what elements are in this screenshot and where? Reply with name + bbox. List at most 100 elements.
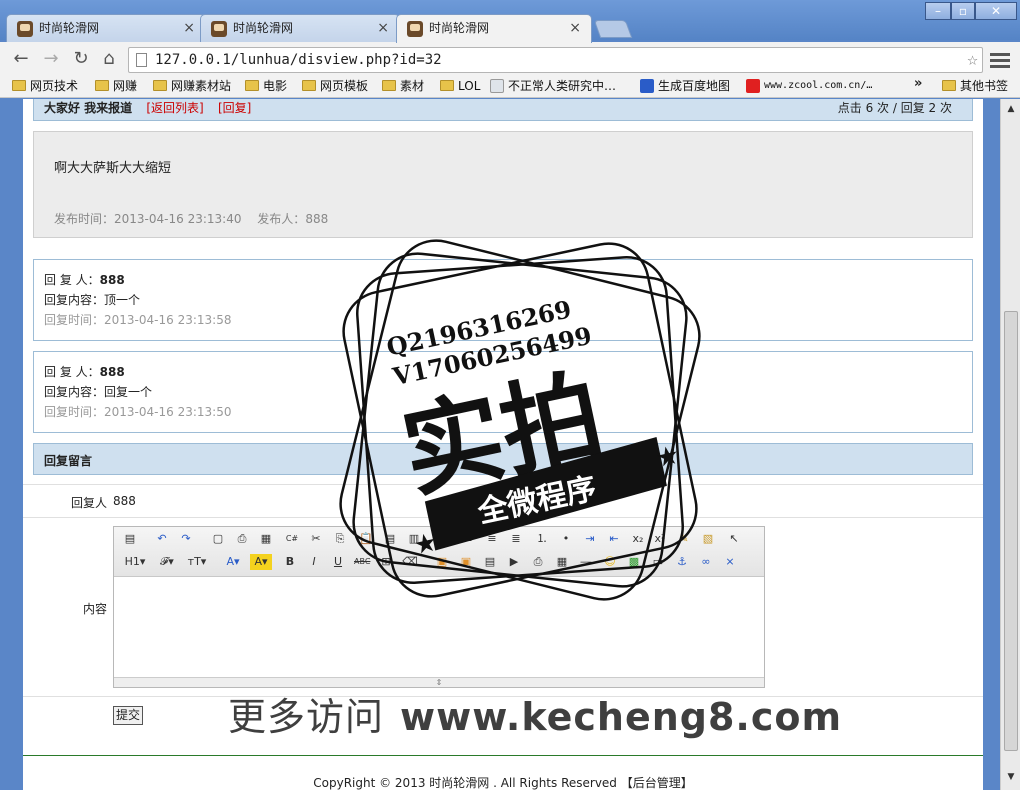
submit-button[interactable]: 提交 [113,706,144,725]
bookmark-folder[interactable]: 网赚素材站 [153,78,231,94]
redo-icon[interactable]: ↷ [178,531,194,547]
strikethrough-icon[interactable]: ABC [354,554,370,570]
clear-format-icon[interactable]: ✎ [676,531,692,547]
window-close-button[interactable]: ✕ [975,2,1017,20]
superscript-icon[interactable]: x² [652,531,668,547]
menu-icon[interactable] [990,50,1010,70]
address-bar[interactable]: 127.0.0.1/lunhua/disview.php?id=32 ☆ [128,47,983,73]
bookmark-star-icon[interactable]: ☆ [967,48,978,72]
minimize-button[interactable]: – [925,2,951,20]
scroll-down-arrow-icon[interactable]: ▼ [1003,769,1019,785]
bookmark-site[interactable]: 不正常人类研究中… [490,78,616,94]
bookmark-folder[interactable]: 素材 [382,78,424,94]
reply-form-heading: 回复留言 [33,443,973,475]
close-icon[interactable]: × [183,15,195,41]
home-icon[interactable]: ⌂ [98,48,120,70]
cut-icon[interactable]: ✂ [308,531,324,547]
eraser-icon[interactable]: ⌫ [402,554,418,570]
rich-text-editor[interactable]: ▤ ↶ ↷ ▢ ⎙ ▦ C# ✂ ⎘ 📋 ▤ ▥ ≡ ≡ ≡ ≣ ⒈ • ⇥ ⇤ [113,526,765,688]
maximize-button[interactable]: ▫ [951,2,975,20]
unordered-list-icon[interactable]: • [558,531,574,547]
bookmark-folder[interactable]: 网页模板 [302,78,368,94]
scroll-thumb[interactable] [1004,311,1018,751]
preview-icon[interactable]: ▢ [210,531,226,547]
new-tab-button[interactable] [593,20,633,38]
font-size-dropdown-icon[interactable]: тT▾ [186,554,208,570]
unlink-icon[interactable]: ⨯ [722,554,738,570]
close-icon[interactable]: × [569,15,581,41]
scroll-up-arrow-icon[interactable]: ▲ [1003,101,1019,117]
highlight-color-icon[interactable]: A▾ [250,554,272,570]
bookmark-folder[interactable]: 电影 [245,78,287,94]
bookmark-label: 电影 [263,79,288,93]
anchor-icon[interactable]: ⚓ [674,554,690,570]
italic-icon[interactable]: I [306,554,322,570]
flash-icon[interactable]: ▤ [482,554,498,570]
font-color-icon[interactable]: A▾ [222,554,244,570]
bookmark-folder[interactable]: LOL [440,78,480,94]
bookmark-site[interactable]: 生成百度地图 [640,78,730,94]
tab-1[interactable]: 时尚轮滑网 × [6,14,206,42]
indent-icon[interactable]: ⇥ [582,531,598,547]
bookmark-folder[interactable]: 其他书签 [942,78,1008,94]
align-right-icon[interactable]: ≡ [484,531,500,547]
heading-dropdown-icon[interactable]: H1▾ [122,554,148,570]
select-all-icon[interactable]: ▧ [700,531,716,547]
horizontal-rule-icon[interactable]: ― [578,554,594,570]
source-icon[interactable]: ▤ [122,531,138,547]
reply-time-line: 回复时间：2013-04-16 23:13:50 [44,402,962,422]
footer-copyright: CopyRight © 2013 时尚轮滑网 . All Rights Rese… [313,776,693,790]
bookmark-folder[interactable]: 网页技术 [12,78,78,94]
reply-who-line: 回 复 人：888 [44,362,962,382]
reply-link[interactable]: [回复] [218,101,251,115]
font-family-dropdown-icon[interactable]: 𝓕▾ [156,554,178,570]
paste-word-icon[interactable]: ▥ [406,531,422,547]
outdent-icon[interactable]: ⇤ [606,531,622,547]
close-icon[interactable]: × [377,15,389,41]
pagebreak-icon[interactable]: ▭ [650,554,666,570]
map-icon[interactable]: ▩ [626,554,642,570]
author: 888 [305,212,329,226]
multi-image-icon[interactable]: ▣ [458,554,474,570]
emoticon-icon[interactable]: ☺ [602,554,618,570]
reload-icon[interactable]: ↻ [70,48,92,70]
site-favicon-icon [211,21,227,37]
post-title: 大家好 我来报道 [44,101,133,115]
editor-content-area[interactable] [114,577,764,677]
insert-table-icon[interactable]: ▦ [554,554,570,570]
align-center-icon[interactable]: ≡ [460,531,476,547]
reply-who-line: 回 复 人：888 [44,270,962,290]
image-icon[interactable]: ▣ [434,554,450,570]
paste-text-icon[interactable]: ▤ [382,531,398,547]
tab-3-active[interactable]: 时尚轮滑网 × [396,14,592,43]
align-justify-icon[interactable]: ≣ [508,531,524,547]
bookmark-folder[interactable]: 网赚 [95,78,137,94]
reply-who: 888 [99,365,125,379]
bookmarks-overflow-icon[interactable]: » [914,76,922,91]
vertical-scrollbar[interactable]: ▲ ▼ [1000,99,1020,790]
media-icon[interactable]: ▶ [506,554,522,570]
undo-icon[interactable]: ↶ [154,531,170,547]
attachment-icon[interactable]: ⎙ [530,554,546,570]
align-left-icon[interactable]: ≡ [436,531,452,547]
bold-icon[interactable]: B [282,554,298,570]
reply-item: 回 复 人：888 回复内容：回复一个 回复时间：2013-04-16 23:1… [33,351,973,433]
back-arrow-icon[interactable]: ← [10,48,32,70]
table-icon[interactable]: ⊞ [378,554,394,570]
template-icon[interactable]: ▦ [258,531,274,547]
bookmark-label: 其他书签 [960,79,1009,93]
print-icon[interactable]: ⎙ [234,531,250,547]
cursor-icon[interactable]: ↖ [726,531,742,547]
code-icon[interactable]: C# [284,531,300,547]
copy-icon[interactable]: ⎘ [332,531,348,547]
back-to-list-link[interactable]: [返回列表] [146,101,203,115]
tab-2[interactable]: 时尚轮滑网 × [200,14,400,42]
paste-icon[interactable]: 📋 [358,531,374,547]
reply-item: 回 复 人：888 回复内容：顶一个 回复时间：2013-04-16 23:13… [33,259,973,341]
bookmark-site[interactable]: www.zcool.com.cn/… [746,78,872,94]
ordered-list-icon[interactable]: ⒈ [534,531,550,547]
subscript-icon[interactable]: x₂ [630,531,646,547]
underline-icon[interactable]: U [330,554,346,570]
forward-arrow-icon[interactable]: → [40,48,62,70]
link-icon[interactable]: ∞ [698,554,714,570]
